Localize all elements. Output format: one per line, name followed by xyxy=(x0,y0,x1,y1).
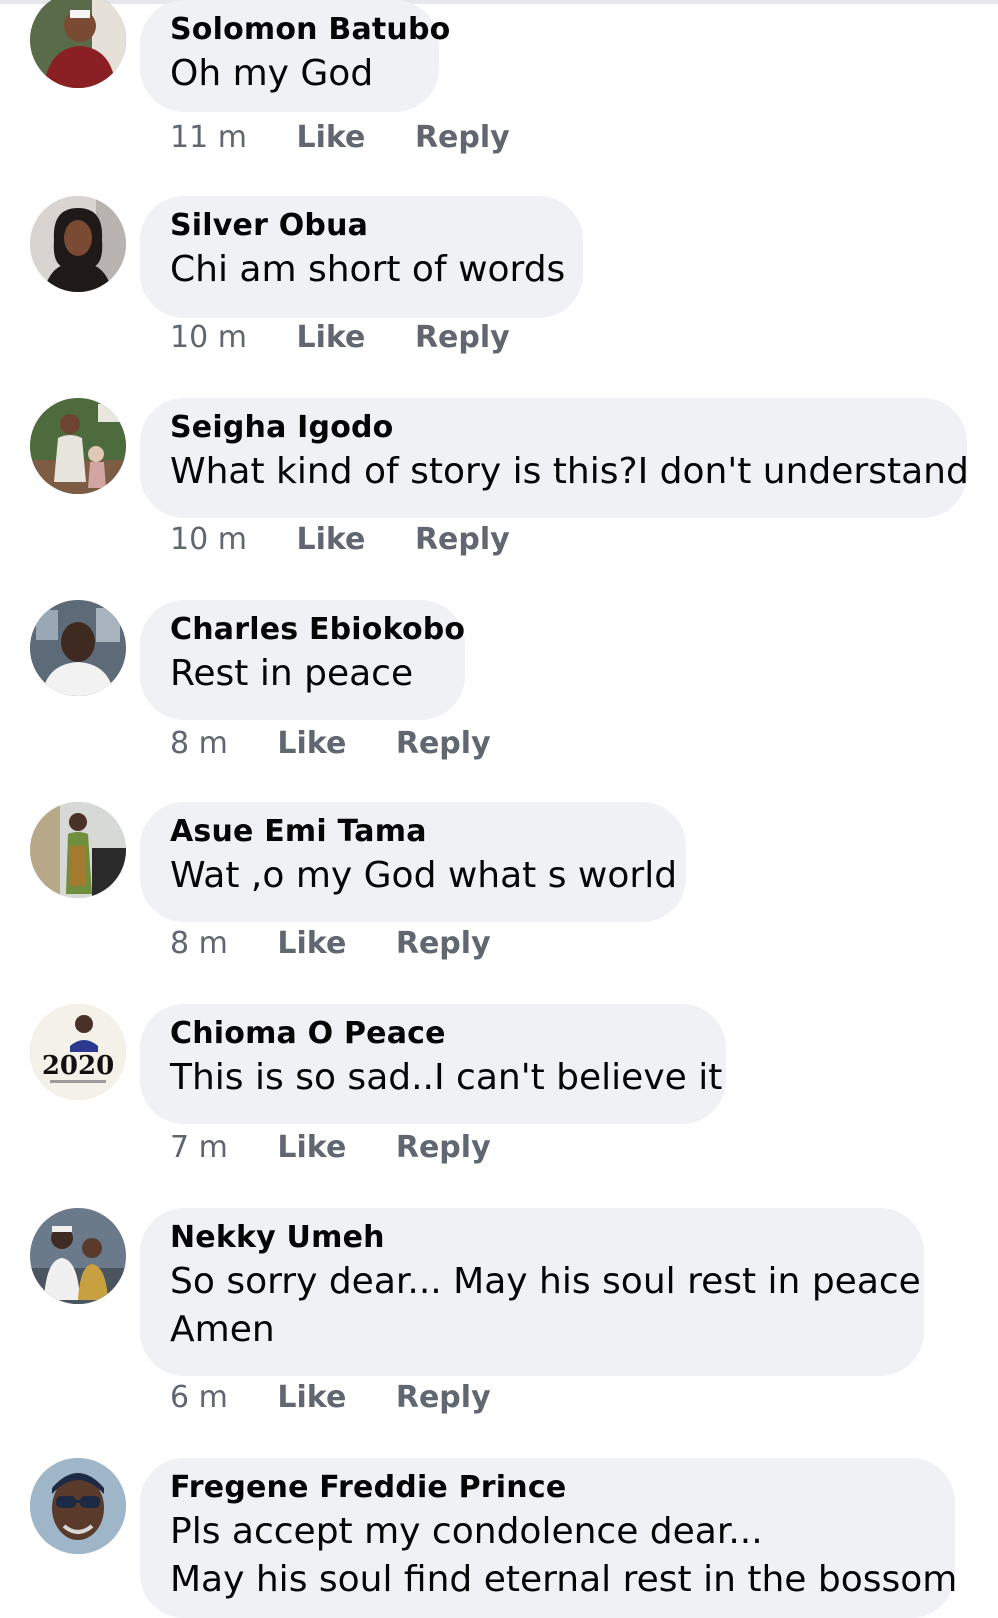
avatar[interactable] xyxy=(30,802,126,898)
comment-text: Rest in peace xyxy=(170,653,414,694)
comment-actions: 11 m Like Reply xyxy=(170,118,510,158)
comment-bubble: Nekky Umeh So sorry dear... May his soul… xyxy=(140,1208,924,1376)
comment-author[interactable]: Chioma O Peace xyxy=(170,1014,696,1054)
comment-bubble: Seigha Igodo What kind of story is this?… xyxy=(140,398,969,518)
comment-text: What kind of story is this?I don't under… xyxy=(170,451,969,492)
comment-actions: 7 m Like Reply xyxy=(170,1128,491,1168)
comment-author[interactable]: Seigha Igodo xyxy=(170,408,937,448)
avatar[interactable] xyxy=(30,196,126,292)
comment-time[interactable]: 8 m xyxy=(170,724,228,764)
comment-bubble: Chioma O Peace This is so sad..I can't b… xyxy=(140,1004,726,1124)
comment-actions: 6 m Like Reply xyxy=(170,1378,491,1418)
avatar[interactable]: 2020 xyxy=(30,1004,126,1100)
comment-text-line: Pls accept my condolence dear... xyxy=(170,1511,763,1552)
avatar[interactable] xyxy=(30,1458,126,1554)
comment-text: Chi am short of words xyxy=(170,249,566,290)
comment-time[interactable]: 7 m xyxy=(170,1128,228,1168)
like-button[interactable]: Like xyxy=(296,118,365,158)
reply-button[interactable]: Reply xyxy=(396,724,491,764)
comment-actions: 10 m Like Reply xyxy=(170,318,510,358)
comment-author[interactable]: Nekky Umeh xyxy=(170,1218,894,1258)
comment-author[interactable]: Solomon Batubo xyxy=(170,10,450,50)
like-button[interactable]: Like xyxy=(296,520,365,560)
comment-time[interactable]: 10 m xyxy=(170,318,247,358)
like-button[interactable]: Like xyxy=(277,724,346,764)
comment-author[interactable]: Asue Emi Tama xyxy=(170,812,656,852)
comment-author[interactable]: Charles Ebiokobo xyxy=(170,610,465,650)
reply-button[interactable]: Reply xyxy=(396,924,491,964)
comment-actions: 8 m Like Reply xyxy=(170,724,491,764)
reply-button[interactable]: Reply xyxy=(396,1378,491,1418)
comment-time[interactable]: 10 m xyxy=(170,520,247,560)
reply-button[interactable]: Reply xyxy=(396,1128,491,1168)
comment-bubble: Silver Obua Chi am short of words xyxy=(140,196,583,318)
avatar[interactable] xyxy=(30,0,126,88)
reply-button[interactable]: Reply xyxy=(415,520,510,560)
reply-button[interactable]: Reply xyxy=(415,318,510,358)
comment-time[interactable]: 11 m xyxy=(170,118,247,158)
like-button[interactable]: Like xyxy=(277,1378,346,1418)
comment-bubble: Charles Ebiokobo Rest in peace xyxy=(140,600,465,720)
comment-text: This is so sad..I can't believe it xyxy=(170,1057,723,1098)
like-button[interactable]: Like xyxy=(277,1128,346,1168)
comment-bubble: Solomon Batubo Oh my God xyxy=(140,0,450,112)
comment-time[interactable]: 8 m xyxy=(170,924,228,964)
like-button[interactable]: Like xyxy=(296,318,365,358)
divider xyxy=(0,0,998,4)
comment-author[interactable]: Fregene Freddie Prince xyxy=(170,1468,925,1508)
comment-actions: 10 m Like Reply xyxy=(170,520,510,560)
comment-bubble: Asue Emi Tama Wat ,o my God what s world xyxy=(140,802,686,922)
comment-bubble: Fregene Freddie Prince Pls accept my con… xyxy=(140,1458,958,1618)
comment-actions: 8 m Like Reply xyxy=(170,924,491,964)
reply-button[interactable]: Reply xyxy=(415,118,510,158)
comment-time[interactable]: 6 m xyxy=(170,1378,228,1418)
like-button[interactable]: Like xyxy=(277,924,346,964)
comment-text-line: So sorry dear... May his soul rest in pe… xyxy=(170,1261,921,1302)
avatar[interactable] xyxy=(30,600,126,696)
comment-text-line: May his soul find eternal rest in the bo… xyxy=(170,1559,958,1600)
avatar[interactable] xyxy=(30,1208,126,1304)
comment-text: Wat ,o my God what s world xyxy=(170,855,678,896)
comment-text-line: Amen xyxy=(170,1309,275,1350)
avatar[interactable] xyxy=(30,398,126,494)
comment-text: Oh my God xyxy=(170,53,374,94)
comment-author[interactable]: Silver Obua xyxy=(170,206,553,246)
avatar-badge-text: 2020 xyxy=(42,1051,114,1081)
